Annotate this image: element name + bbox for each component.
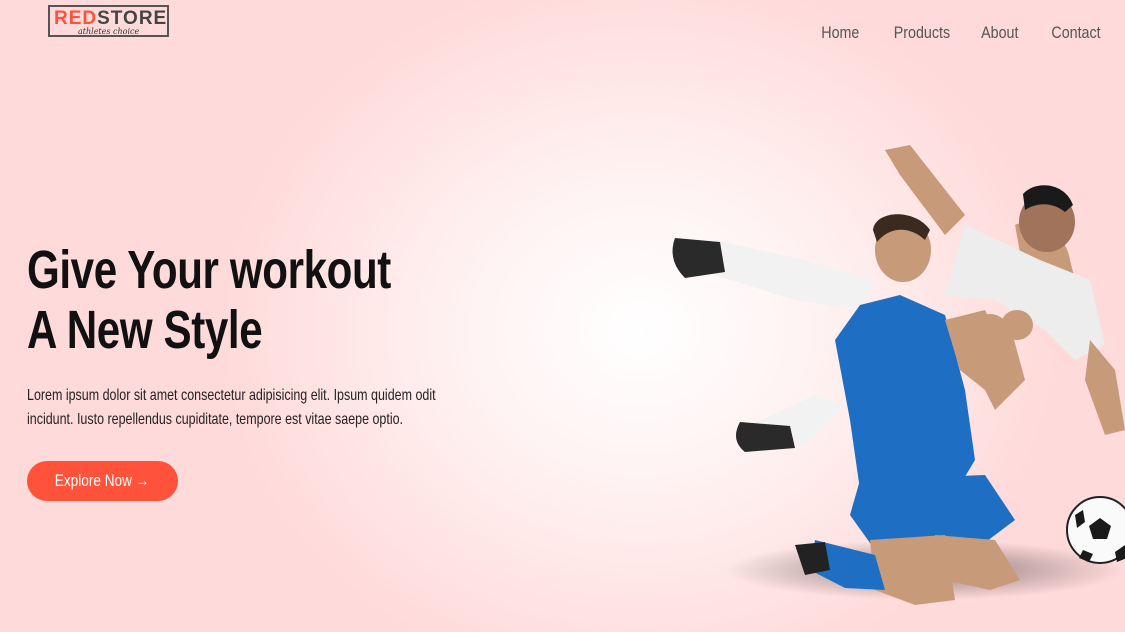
logo-tagline: athletes choice: [78, 27, 140, 36]
nav-about[interactable]: About: [981, 23, 1018, 43]
main-nav: Home Products About Contact: [814, 23, 1101, 43]
nav-products[interactable]: Products: [894, 23, 950, 43]
explore-now-button[interactable]: Explore Now →: [27, 461, 178, 501]
nav-home[interactable]: Home: [821, 23, 859, 43]
hero-description: Lorem ipsum dolor sit amet consectetur a…: [27, 387, 436, 428]
soccer-players-image: [672, 145, 1125, 605]
soccer-ball: [1066, 496, 1125, 564]
hero-title-line2: A New Style: [27, 300, 263, 360]
logo[interactable]: REDSTORE athletes choice: [48, 5, 169, 37]
logo-wordmark: REDSTORE: [54, 9, 167, 28]
hero-title-line1: Give Your workout: [27, 240, 391, 300]
logo-red-text: RED: [54, 8, 98, 29]
hero-title: Give Your workout A New Style: [27, 240, 391, 360]
explore-now-label: Explore Now →: [55, 471, 150, 490]
nav-contact[interactable]: Contact: [1052, 23, 1101, 43]
logo-dark-text: STORE: [97, 8, 168, 29]
